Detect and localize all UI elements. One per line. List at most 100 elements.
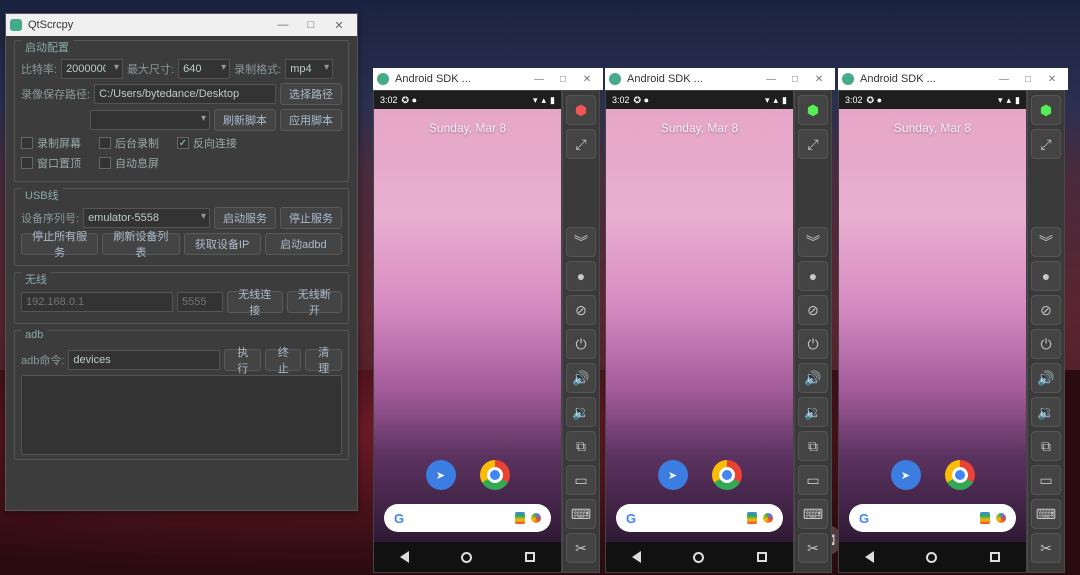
chrome-app-icon[interactable] bbox=[480, 460, 510, 490]
phone-screen[interactable]: 3:02 ✪ ● ▾▴▮ Sunday, Mar 8 ➤ G bbox=[838, 90, 1027, 573]
visibility-off-icon[interactable]: ⊘ bbox=[798, 295, 828, 325]
autoclose-checkbox[interactable]: 自动息屏 bbox=[99, 155, 159, 171]
volume-up-icon[interactable]: 🔊 bbox=[798, 363, 828, 393]
close-button[interactable]: ✕ bbox=[1040, 74, 1064, 85]
adb-stop-button[interactable]: 终止 bbox=[265, 349, 302, 371]
expand-down-icon[interactable]: ︾ bbox=[1031, 227, 1061, 257]
keyboard-icon[interactable]: ⌨ bbox=[798, 499, 828, 529]
minimize-button[interactable]: — bbox=[527, 74, 551, 85]
volume-up-icon[interactable]: 🔊 bbox=[566, 363, 596, 393]
maximize-button[interactable]: □ bbox=[551, 74, 575, 85]
mic-icon[interactable] bbox=[980, 512, 990, 524]
power-icon[interactable]: ⏻ bbox=[1031, 329, 1061, 359]
refresh-script-button[interactable]: 刷新脚本 bbox=[214, 109, 276, 131]
refresh-devices-button[interactable]: 刷新设备列表 bbox=[102, 233, 179, 255]
copy-icon[interactable]: ⧉ bbox=[566, 431, 596, 461]
expand-down-icon[interactable]: ︾ bbox=[566, 227, 596, 257]
titlebar[interactable]: Android SDK ... — □ ✕ bbox=[373, 68, 603, 90]
assistant-icon[interactable] bbox=[763, 513, 773, 523]
record-checkbox[interactable]: 录制屏幕 bbox=[21, 135, 81, 151]
adb-clear-button[interactable]: 清理 bbox=[305, 349, 342, 371]
apply-script-button[interactable]: 应用脚本 bbox=[280, 109, 342, 131]
chrome-app-icon[interactable] bbox=[712, 460, 742, 490]
copy-icon[interactable]: ⧉ bbox=[798, 431, 828, 461]
back-button[interactable] bbox=[400, 551, 409, 563]
back-button[interactable] bbox=[865, 551, 874, 563]
format-select[interactable]: mp4 bbox=[285, 59, 333, 79]
close-button[interactable]: ✕ bbox=[807, 74, 831, 85]
wifi-port-input[interactable] bbox=[177, 292, 223, 312]
cut-icon[interactable]: ✂ bbox=[566, 533, 596, 563]
wifi-disconnect-button[interactable]: 无线断开 bbox=[287, 291, 343, 313]
stop-all-button[interactable]: 停止所有服务 bbox=[21, 233, 98, 255]
wifi-ip-input[interactable] bbox=[21, 292, 173, 312]
keyboard-icon[interactable]: ⌨ bbox=[566, 499, 596, 529]
home-button[interactable] bbox=[461, 552, 472, 563]
minimize-button[interactable]: — bbox=[269, 19, 297, 31]
maximize-button[interactable]: □ bbox=[783, 74, 807, 85]
volume-down-icon[interactable]: 🔉 bbox=[1031, 397, 1061, 427]
clipboard-icon[interactable]: ▭ bbox=[1031, 465, 1061, 495]
pin-icon[interactable]: ⬢ bbox=[1031, 95, 1061, 125]
stop-service-button[interactable]: 停止服务 bbox=[280, 207, 342, 229]
volume-down-icon[interactable]: 🔉 bbox=[566, 397, 596, 427]
adb-input[interactable] bbox=[68, 350, 220, 370]
record-icon[interactable]: ● bbox=[566, 261, 596, 291]
recents-button[interactable] bbox=[525, 552, 535, 562]
pin-icon[interactable]: ⬢ bbox=[566, 95, 596, 125]
expand-down-icon[interactable]: ︾ bbox=[798, 227, 828, 257]
serial-select[interactable]: emulator-5558 bbox=[83, 208, 210, 228]
power-icon[interactable]: ⏻ bbox=[566, 329, 596, 359]
fullscreen-icon[interactable]: ⤢ bbox=[798, 129, 828, 159]
reverse-checkbox[interactable]: ✓反向连接 bbox=[177, 135, 237, 151]
copy-icon[interactable]: ⧉ bbox=[1031, 431, 1061, 461]
messages-app-icon[interactable]: ➤ bbox=[658, 460, 688, 490]
cut-icon[interactable]: ✂ bbox=[1031, 533, 1061, 563]
power-icon[interactable]: ⏻ bbox=[798, 329, 828, 359]
chrome-app-icon[interactable] bbox=[945, 460, 975, 490]
messages-app-icon[interactable]: ➤ bbox=[891, 460, 921, 490]
visibility-off-icon[interactable]: ⊘ bbox=[566, 295, 596, 325]
assistant-icon[interactable] bbox=[531, 513, 541, 523]
phone-screen[interactable]: 3:02 ✪ ● ▾▴▮ Sunday, Mar 8 ➤ G bbox=[605, 90, 794, 573]
pin-icon[interactable]: ⬢ bbox=[798, 95, 828, 125]
record-icon[interactable]: ● bbox=[1031, 261, 1061, 291]
maximize-button[interactable]: □ bbox=[1016, 74, 1040, 85]
keyboard-icon[interactable]: ⌨ bbox=[1031, 499, 1061, 529]
wifi-connect-button[interactable]: 无线连接 bbox=[227, 291, 283, 313]
ontop-checkbox[interactable]: 窗口置顶 bbox=[21, 155, 81, 171]
maximize-button[interactable]: □ bbox=[297, 19, 325, 31]
adb-exec-button[interactable]: 执行 bbox=[224, 349, 261, 371]
recents-button[interactable] bbox=[990, 552, 1000, 562]
bgrecord-checkbox[interactable]: 后台录制 bbox=[99, 135, 159, 151]
script-select[interactable] bbox=[90, 110, 210, 130]
clipboard-icon[interactable]: ▭ bbox=[566, 465, 596, 495]
assistant-icon[interactable] bbox=[996, 513, 1006, 523]
savepath-input[interactable] bbox=[94, 84, 276, 104]
google-search-bar[interactable]: G bbox=[384, 504, 551, 532]
clipboard-icon[interactable]: ▭ bbox=[798, 465, 828, 495]
minimize-button[interactable]: — bbox=[992, 74, 1016, 85]
close-button[interactable]: ✕ bbox=[325, 19, 353, 32]
maxsize-select[interactable]: 640 bbox=[178, 59, 230, 79]
bitrate-select[interactable]: 2000000 bbox=[61, 59, 123, 79]
visibility-off-icon[interactable]: ⊘ bbox=[1031, 295, 1061, 325]
google-search-bar[interactable]: G bbox=[849, 504, 1016, 532]
back-button[interactable] bbox=[632, 551, 641, 563]
cut-icon[interactable]: ✂ bbox=[798, 533, 828, 563]
start-service-button[interactable]: 启动服务 bbox=[214, 207, 276, 229]
titlebar[interactable]: Android SDK ... — □ ✕ bbox=[605, 68, 835, 90]
close-button[interactable]: ✕ bbox=[575, 74, 599, 85]
phone-screen[interactable]: 3:02 ✪ ● ▾▴▮ Sunday, Mar 8 ➤ G bbox=[373, 90, 562, 573]
titlebar[interactable]: QtScrcpy — □ ✕ bbox=[6, 14, 357, 36]
fullscreen-icon[interactable]: ⤢ bbox=[1031, 129, 1061, 159]
mic-icon[interactable] bbox=[747, 512, 757, 524]
fullscreen-icon[interactable]: ⤢ bbox=[566, 129, 596, 159]
select-path-button[interactable]: 选择路径 bbox=[280, 83, 342, 105]
volume-up-icon[interactable]: 🔊 bbox=[1031, 363, 1061, 393]
home-button[interactable] bbox=[926, 552, 937, 563]
titlebar[interactable]: Android SDK ... — □ ✕ bbox=[838, 68, 1068, 90]
recents-button[interactable] bbox=[757, 552, 767, 562]
messages-app-icon[interactable]: ➤ bbox=[426, 460, 456, 490]
google-search-bar[interactable]: G bbox=[616, 504, 783, 532]
